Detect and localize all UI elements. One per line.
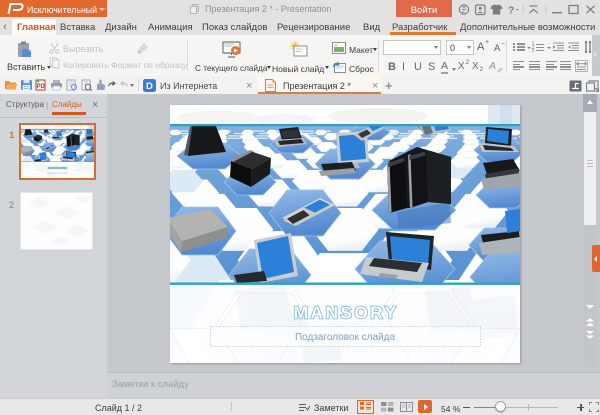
svg-text:D: D: [146, 81, 153, 92]
svg-text:PD: PD: [37, 84, 46, 90]
svg-text:?: ?: [508, 5, 514, 17]
